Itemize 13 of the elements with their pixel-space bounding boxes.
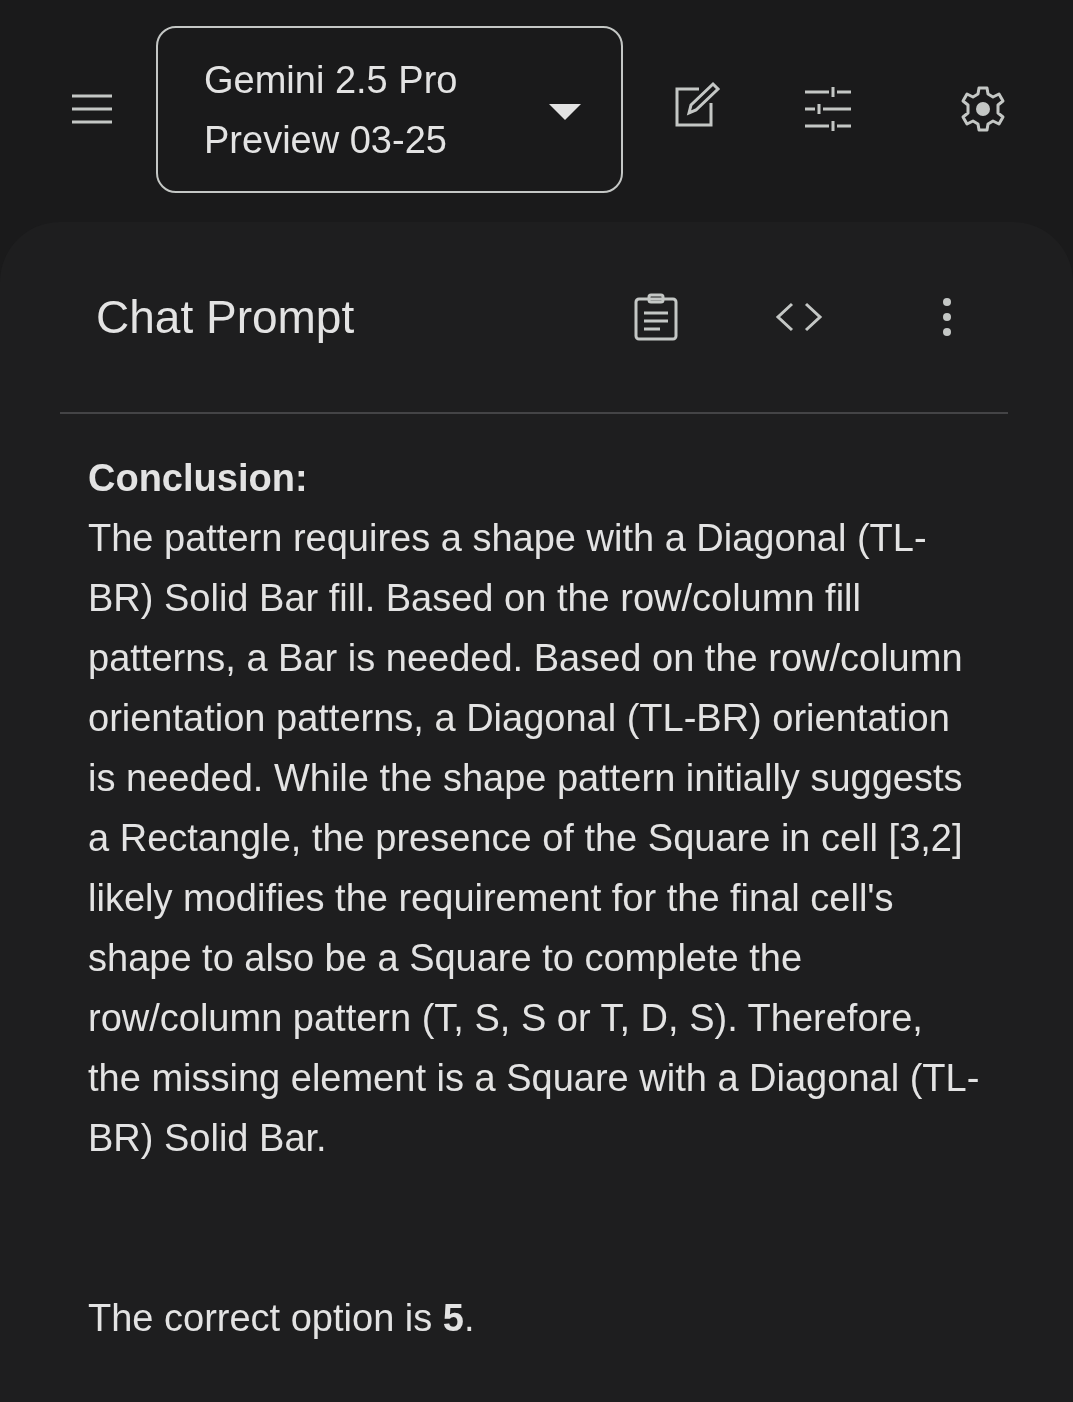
more-icon[interactable] [942,297,952,337]
caret-icon [549,104,581,121]
menu-icon[interactable] [70,94,114,124]
model-selector[interactable]: Gemini 2.5 Pro Preview 03-25 [156,26,623,193]
tune-icon[interactable] [805,87,851,131]
response-paragraph: The correct option is 5. [88,1296,476,1341]
panel-title: Chat Prompt [96,289,356,345]
response-heading: Conclusion: [88,456,309,501]
settings-icon[interactable] [959,85,1007,133]
response-paragraph: The pattern requires a shape with a Diagonal (TL-BR) Solid Bar fill. Based on the row/column fill patterns, a Bar is needed. Based on the row/column orientation patterns, a Diagonal (TL-BR) orientation is needed. While the shape pattern initially suggests a Rectangle, the presence of the Square in cell [3,2] likely modifies the requirement for the final cell's shape to also be a Square to complete the row/column pattern (T, S, S or T, D, S). Therefore, the missing element is a Square with a Diagonal (TL-BR) Solid Bar. [88,516,980,1161]
clipboard-icon[interactable] [634,293,678,341]
code-icon[interactable] [774,302,824,332]
edit-icon[interactable] [673,81,721,129]
